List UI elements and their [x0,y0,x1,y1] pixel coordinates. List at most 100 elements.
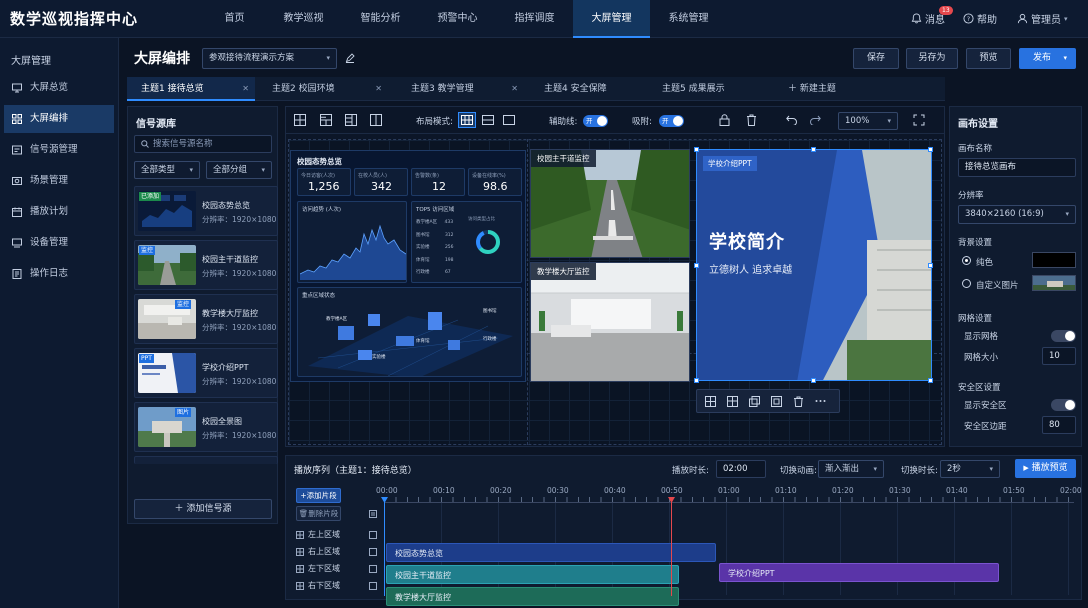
help-button[interactable]: ? 帮助 [963,11,997,26]
image-icon[interactable] [771,396,782,407]
resize-handle[interactable] [811,147,816,152]
playhead[interactable] [671,497,672,596]
resize-handle[interactable] [694,378,699,383]
clip-road-camera[interactable]: 校园主干道监控 [386,565,679,584]
layout-1-3-icon[interactable] [317,112,335,128]
trash-icon[interactable] [742,112,760,128]
show-grid-label: 显示网格 [964,332,999,342]
copy-icon[interactable] [749,396,760,407]
source-tag: 图片 [175,408,192,417]
zoom-select[interactable]: 100% ▾ [838,112,898,130]
source-item[interactable]: PPT 学校介绍PPT 分辨率：1920×1080 [134,348,278,398]
transition-select[interactable]: 渐入渐出 ▾ [818,460,884,478]
nav-screen-management[interactable]: 大屏管理 [573,0,650,38]
filter-group-select[interactable]: 全部分组 ▾ [206,161,272,179]
save-button[interactable]: 保存 [853,48,899,69]
delete-clip-button[interactable]: 🗑删除片段 [296,506,341,521]
safe-margin-input[interactable]: 80 [1042,416,1076,434]
close-icon[interactable]: ✕ [375,77,382,101]
split-grid-icon[interactable] [705,396,716,407]
snap-toggle[interactable]: 开 [659,115,684,127]
track-icon [369,510,377,518]
source-item[interactable]: 已添加 校园态势总览 分辨率：1920×1080 [134,186,278,236]
fullscreen-icon[interactable] [910,112,928,128]
tab-theme-4[interactable]: 主题4 安全保障 [530,77,650,101]
sidebar-item-plan[interactable]: 播放计划 [4,198,114,226]
window-school-ppt[interactable]: 学校介绍PPT 学校简介 立德树人 追求卓越 [696,149,932,381]
more-icon[interactable] [815,399,826,403]
bg-solid-radio[interactable] [962,256,971,265]
sidebar-item-signal[interactable]: 信号源管理 [4,136,114,164]
nav-inspection[interactable]: 教学巡视 [265,0,342,38]
source-search-input[interactable]: 搜索信号源名称 [134,135,272,153]
filter-type-select[interactable]: 全部类型 ▾ [134,161,200,179]
resolution-select[interactable]: 3840×2160 (16:9) ▾ [958,205,1076,224]
undo-icon[interactable] [783,112,801,128]
scheme-select[interactable]: 参观接待流程演示方案 ▾ [202,48,337,69]
lock-icon[interactable] [715,112,733,128]
tab-theme-3[interactable]: 主题3 教学管理 ✕ [397,77,524,101]
nav-system[interactable]: 系统管理 [650,0,727,38]
resize-handle[interactable] [694,263,699,268]
resize-handle[interactable] [694,147,699,152]
timeline-ruler[interactable]: 00:00 00:10 00:20 00:30 00:40 00:50 01:0… [376,486,1082,606]
publish-button[interactable]: 发布 ▾ [1019,48,1076,69]
window-hall-camera[interactable]: 教学楼大厅监控 [530,262,690,382]
nav-dispatch[interactable]: 指挥调度 [496,0,573,38]
source-item[interactable]: 监控 校园主干道监控 分辨率：1920×1080 [134,240,278,290]
sidebar-item-overview[interactable]: 大屏总览 [4,74,114,102]
layout-3-1-icon[interactable] [342,112,360,128]
layout-rows-icon[interactable] [479,112,497,128]
nav-home[interactable]: 首页 [196,0,273,38]
tab-theme-1[interactable]: 主题1 接待总览 ✕ [127,77,255,101]
layout-1x2-icon[interactable] [367,112,385,128]
close-icon[interactable]: ✕ [511,77,518,101]
map-label: 图书馆 [483,309,497,314]
bg-color-swatch[interactable] [1032,252,1076,268]
resize-handle[interactable] [928,263,933,268]
nav-warning[interactable]: 预警中心 [419,0,496,38]
window-road-camera[interactable]: 校园主干道监控 [530,149,690,258]
chevron-down-icon: ▾ [326,54,330,62]
preview-button[interactable]: 预览 [966,48,1011,69]
guides-toggle[interactable]: 开 [583,115,608,127]
window-dashboard[interactable]: 校园态势总览 今日访客(人次) 1,256 在校人员(人) 342 告警数(条)… [290,150,526,382]
split-layout-icon[interactable] [727,396,738,407]
source-item[interactable]: 监控 教学楼大厅监控 分辨率：1920×1080 [134,294,278,344]
user-menu[interactable]: 管理员 ▾ [1017,11,1068,26]
clip-school-ppt[interactable]: 学校介绍PPT [719,563,999,582]
sidebar-item-device[interactable]: 设备管理 [4,229,114,257]
switch-duration-select[interactable]: 2秒 ▾ [940,460,1000,478]
bg-image-thumbnail[interactable] [1032,275,1076,291]
resize-handle[interactable] [811,378,816,383]
save-as-button[interactable]: 另存为 [906,48,958,69]
tab-theme-2[interactable]: 主题2 校园环境 ✕ [258,77,388,101]
layout-grid-icon[interactable] [458,112,476,128]
canvas-name-input[interactable]: 接待总览画布 [958,158,1076,177]
add-clip-button[interactable]: +添加片段 [296,488,341,503]
bg-custom-radio[interactable] [962,279,971,288]
redo-icon[interactable] [806,112,824,128]
play-preview-button[interactable]: ▶ 播放预览 [1015,459,1076,478]
clip-hall-camera[interactable]: 教学楼大厅监控 [386,587,679,606]
resize-handle[interactable] [928,147,933,152]
edit-icon[interactable] [345,53,355,63]
clip-dashboard[interactable]: 校园态势总览 [386,543,716,562]
sidebar-item-scene[interactable]: 场景管理 [4,167,114,195]
layout-single-icon[interactable] [500,112,518,128]
add-source-button[interactable]: ＋ 添加信号源 [134,499,272,519]
layout-2x2-icon[interactable] [291,112,309,128]
new-theme-button[interactable]: ＋ 新建主题 [774,77,874,101]
duration-input[interactable]: 02:00 [716,460,766,478]
resize-handle[interactable] [928,378,933,383]
show-safe-area-toggle[interactable] [1051,399,1076,411]
tab-theme-5[interactable]: 主题5 成果展示 [648,77,768,101]
sidebar-item-arrange[interactable]: 大屏编排 [4,105,114,133]
source-item[interactable]: 图片 校园全景图 分辨率：1920×1080 [134,402,278,452]
close-icon[interactable]: ✕ [242,77,249,101]
trash-icon[interactable] [793,396,804,407]
nav-analysis[interactable]: 智能分析 [342,0,419,38]
grid-size-input[interactable]: 10 [1042,347,1076,365]
sidebar-item-log[interactable]: 操作日志 [4,260,114,288]
show-grid-toggle[interactable] [1051,330,1076,342]
